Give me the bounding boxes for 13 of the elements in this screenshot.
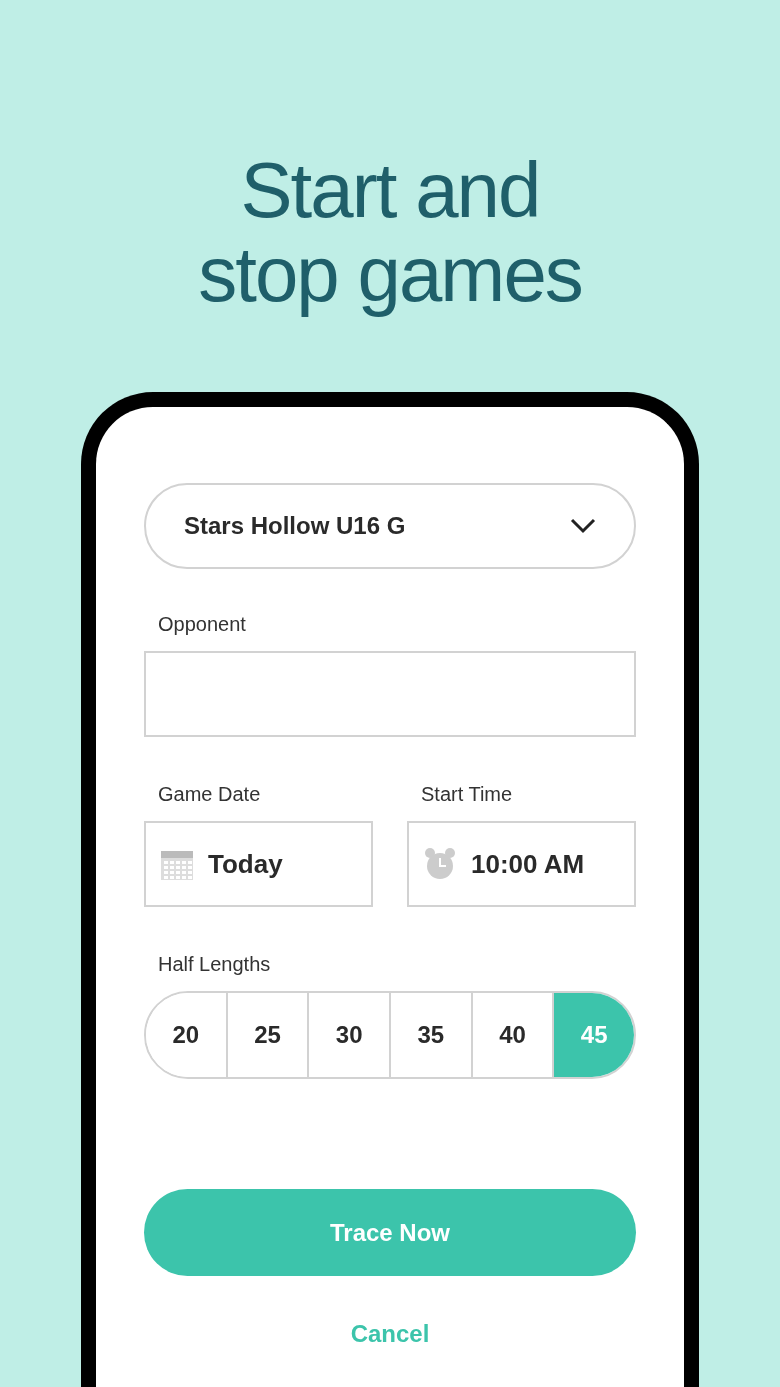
- field-label: Half Lengths: [158, 952, 272, 977]
- time-value: 10:00 AM: [471, 847, 585, 881]
- field-label: Game Date: [158, 782, 262, 807]
- field-label: Opponent: [158, 612, 247, 637]
- date-field[interactable]: Today: [144, 821, 373, 907]
- alarm-clock-icon: [423, 847, 457, 881]
- headline: Start and stop games: [198, 148, 582, 316]
- time-field[interactable]: 10:00 AM: [407, 821, 636, 907]
- field-label: Start Time: [421, 782, 514, 807]
- team-dropdown[interactable]: Stars Hollow U16 G: [144, 483, 636, 569]
- date-value: Today: [208, 847, 283, 881]
- opponent-input[interactable]: [144, 651, 636, 737]
- chevron-down-icon: [570, 518, 596, 534]
